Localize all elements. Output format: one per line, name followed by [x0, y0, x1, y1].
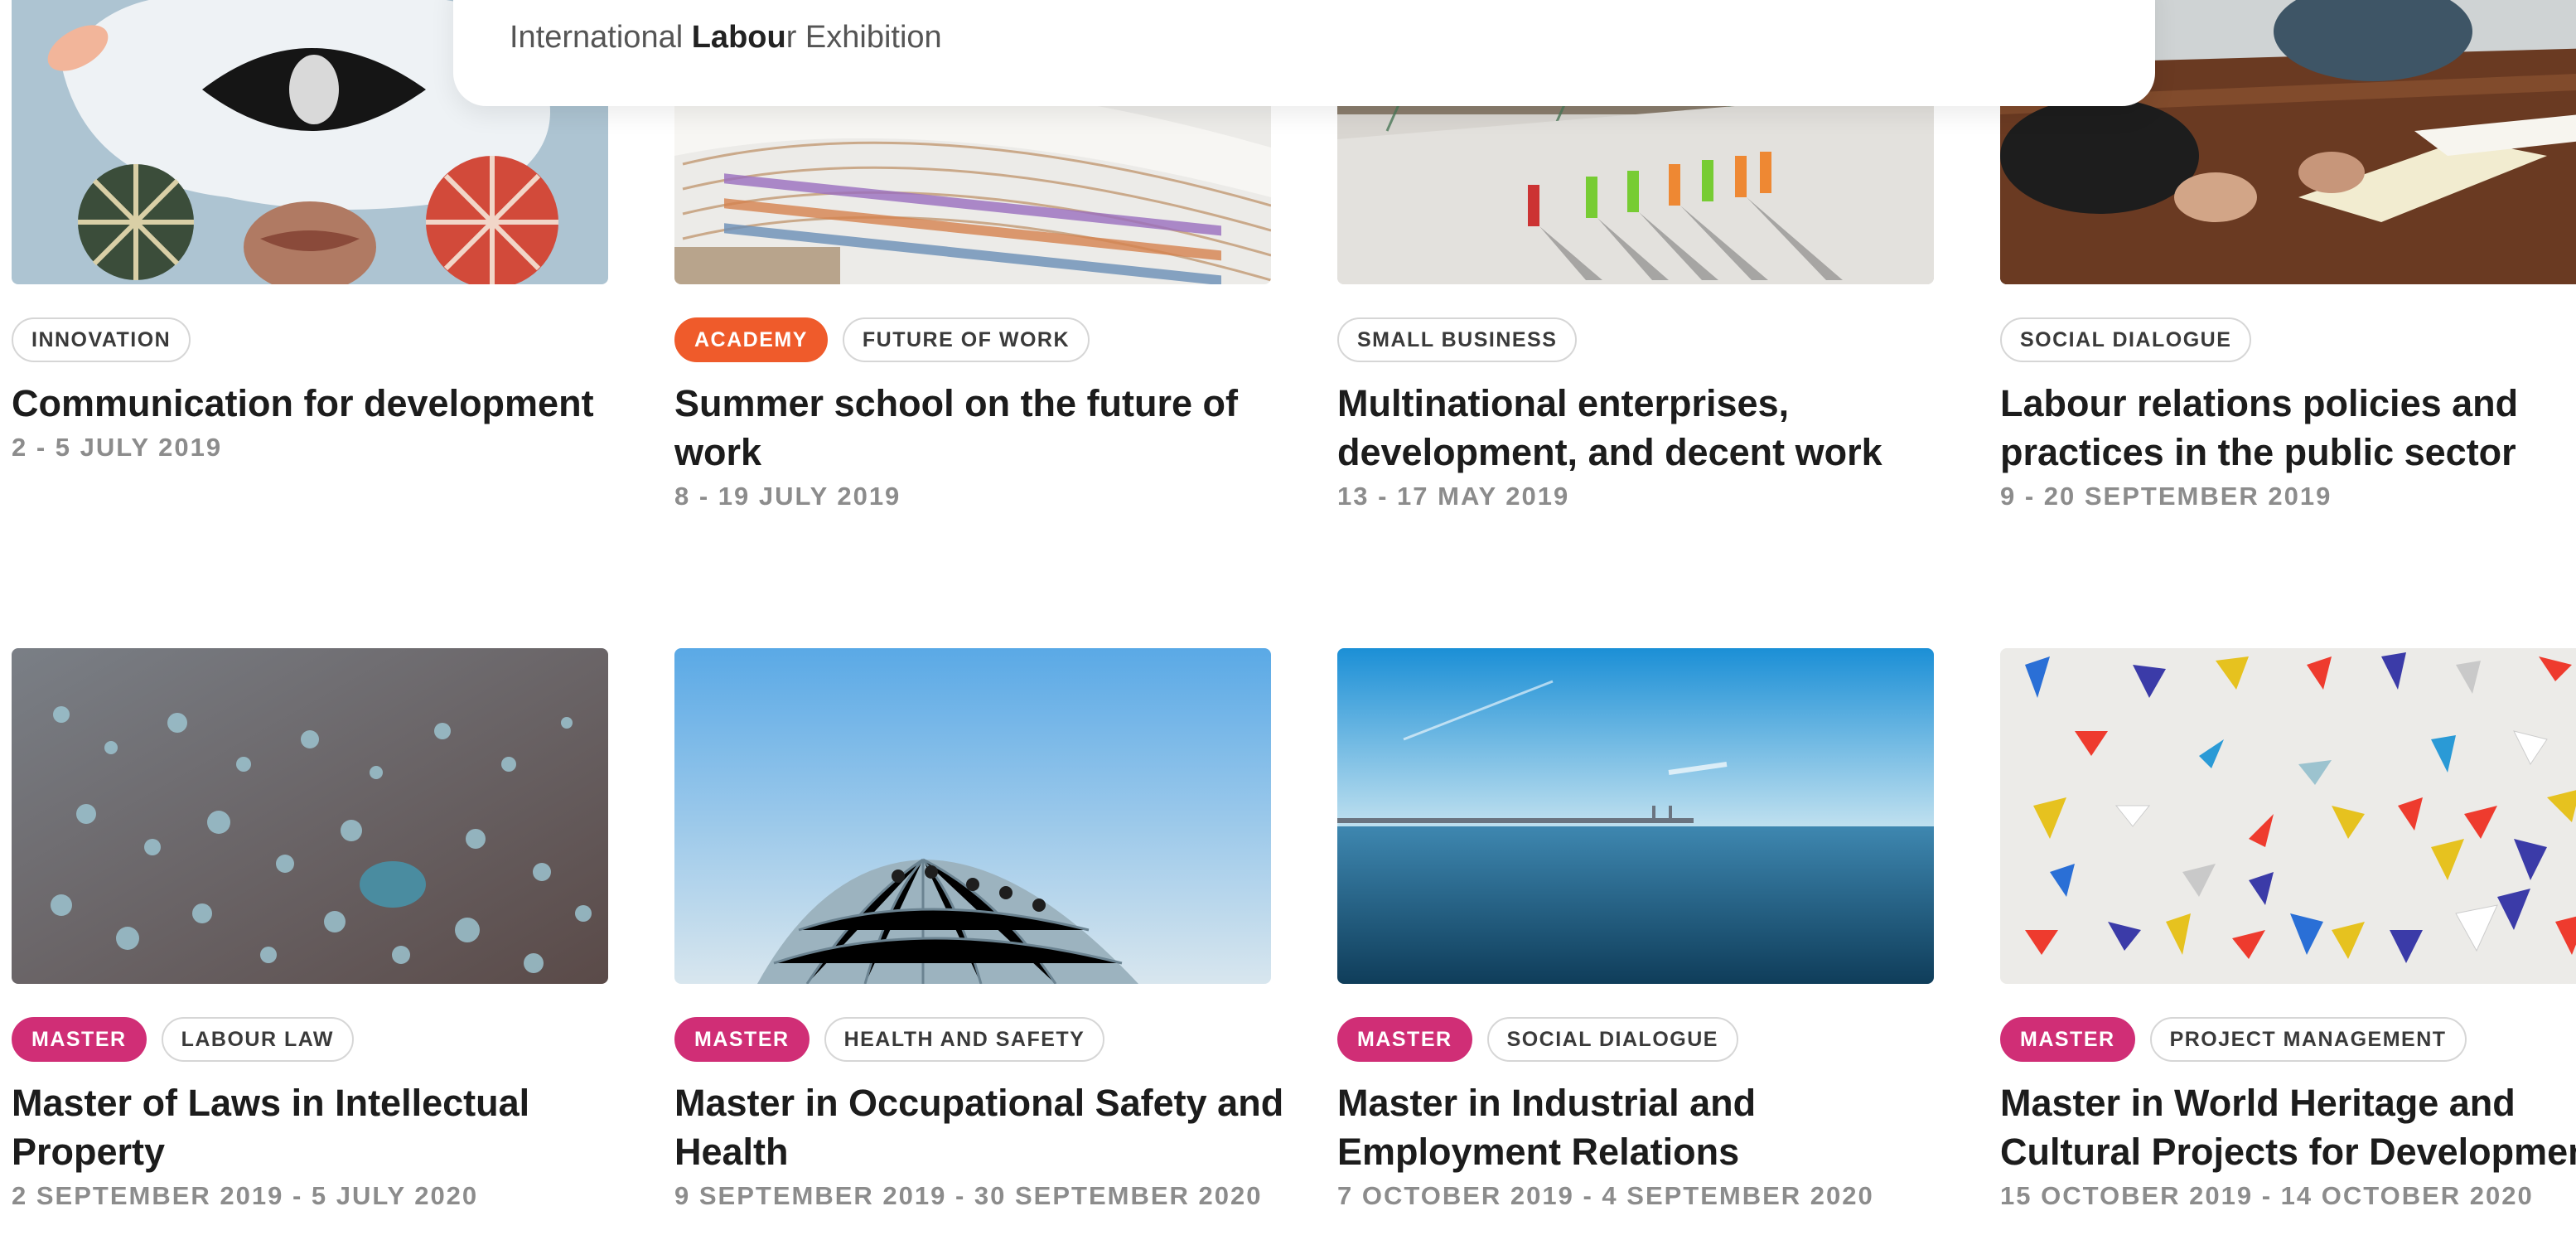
course-title[interactable]: Communication for development [12, 379, 641, 428]
course-date: 9 SEPTEMBER 2019 - 30 SEPTEMBER 2020 [674, 1181, 1263, 1210]
brand-prefix: International [510, 20, 692, 55]
course-image[interactable] [1337, 648, 1934, 984]
course-date: 2 SEPTEMBER 2019 - 5 JULY 2020 [12, 1181, 479, 1210]
tag-project-management[interactable]: PROJECT MANAGEMENT [2149, 1017, 2467, 1062]
course-tags: MASTER LABOUR LAW [12, 1017, 608, 1062]
site-header: International Labour Exhibition [453, 0, 2155, 106]
brand-suffix: r Exhibition [785, 20, 942, 55]
course-card[interactable]: MASTER HEALTH AND SAFETY Master in Occup… [674, 648, 1283, 1211]
tag-future-of-work[interactable]: FUTURE OF WORK [842, 317, 1090, 362]
course-tags: SOCIAL DIALOGUE [2000, 317, 2576, 362]
course-title[interactable]: Master in Occupational Safety and Health [674, 1078, 1304, 1176]
tag-master[interactable]: MASTER [12, 1017, 147, 1062]
tag-small-business[interactable]: SMALL BUSINESS [1337, 317, 1578, 362]
course-date: 9 - 20 SEPTEMBER 2019 [2000, 482, 2332, 511]
course-date: 7 OCTOBER 2019 - 4 SEPTEMBER 2020 [1337, 1181, 1874, 1210]
tag-social-dialogue[interactable]: SOCIAL DIALOGUE [2000, 317, 2252, 362]
course-title[interactable]: Labour relations policies and practices … [2000, 379, 2576, 477]
tag-academy[interactable]: ACADEMY [674, 317, 828, 362]
course-tags: MASTER PROJECT MANAGEMENT [2000, 1017, 2576, 1062]
course-card[interactable]: MASTER PROJECT MANAGEMENT Master in Worl… [2000, 648, 2576, 1211]
course-image[interactable] [12, 648, 608, 984]
sea-bridge-image [1337, 648, 1934, 984]
course-card[interactable]: MASTER LABOUR LAW Master of Laws in Inte… [12, 648, 608, 1211]
course-card[interactable]: MASTER SOCIAL DIALOGUE Master in Industr… [1337, 648, 1934, 1211]
course-tags: SMALL BUSINESS [1337, 317, 1934, 362]
course-title[interactable]: Master in Industrial and Employment Rela… [1337, 1078, 1967, 1176]
tag-master[interactable]: MASTER [1337, 1017, 1472, 1062]
course-title[interactable]: Master in World Heritage and Cultural Pr… [2000, 1078, 2576, 1176]
course-tags: MASTER HEALTH AND SAFETY [674, 1017, 1271, 1062]
course-title[interactable]: Multinational enterprises, development, … [1337, 379, 1967, 477]
course-title[interactable]: Summer school on the future of work [674, 379, 1304, 477]
water-droplets-image [12, 648, 608, 984]
tag-master[interactable]: MASTER [674, 1017, 810, 1062]
course-date: 15 OCTOBER 2019 - 14 OCTOBER 2020 [2000, 1181, 2534, 1210]
course-tags: INNOVATION [12, 317, 608, 362]
course-date: 13 - 17 MAY 2019 [1337, 482, 1570, 511]
tag-health-and-safety[interactable]: HEALTH AND SAFETY [824, 1017, 1105, 1062]
course-date: 2 - 5 JULY 2019 [12, 433, 223, 462]
course-date: 8 - 19 JULY 2019 [674, 482, 901, 511]
site-logo-link[interactable]: International Labour Exhibition [510, 20, 942, 56]
course-image[interactable] [674, 648, 1271, 984]
course-tags: ACADEMY FUTURE OF WORK [674, 317, 1271, 362]
tag-master[interactable]: MASTER [2000, 1017, 2135, 1062]
dome-climbers-image [674, 648, 1271, 984]
tag-innovation[interactable]: INNOVATION [12, 317, 191, 362]
course-tags: MASTER SOCIAL DIALOGUE [1337, 1017, 1934, 1062]
tag-social-dialogue[interactable]: SOCIAL DIALOGUE [1486, 1017, 1738, 1062]
course-title[interactable]: Master of Laws in Intellectual Property [12, 1078, 641, 1176]
brand-bold: Labou [691, 20, 786, 55]
paper-triangles-image [2000, 648, 2576, 984]
tag-labour-law[interactable]: LABOUR LAW [161, 1017, 354, 1062]
course-image[interactable] [2000, 648, 2576, 984]
